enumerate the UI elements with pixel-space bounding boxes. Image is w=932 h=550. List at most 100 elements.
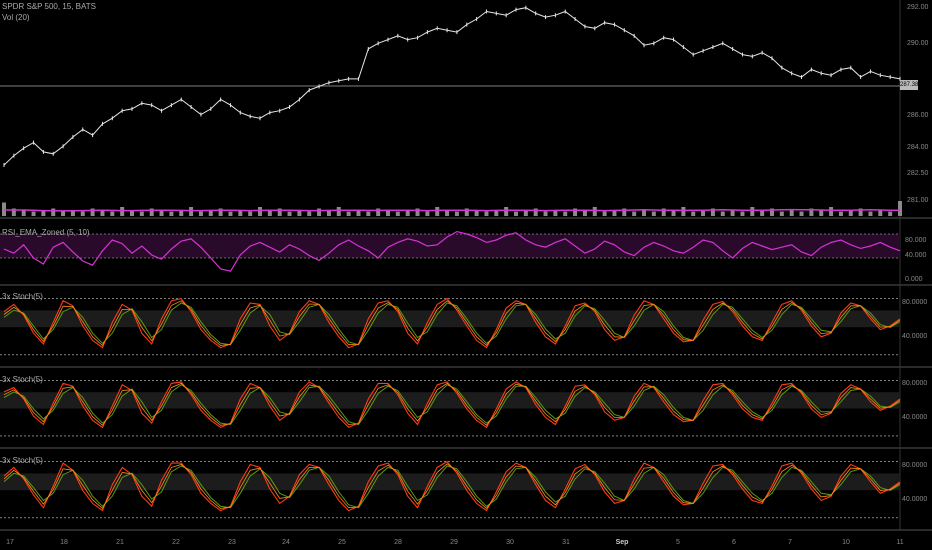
x-tick-label: 6 <box>732 539 736 546</box>
rsi-zone <box>0 234 900 258</box>
price-tick: 290.00 <box>907 40 929 47</box>
volume-ma-series <box>4 208 900 212</box>
price-tick: 284.00 <box>907 144 929 151</box>
price-tick: 281.00 <box>907 197 929 204</box>
volume-title: Vol (20) <box>2 13 30 22</box>
volume-bar <box>336 207 341 216</box>
price-tick: 292.00 <box>907 4 929 11</box>
volume-bar <box>169 211 174 216</box>
x-tick-label: 11 <box>896 539 904 546</box>
volume-bar <box>435 207 440 216</box>
volume-bar <box>346 211 351 216</box>
volume-bar <box>189 207 194 216</box>
x-tick-label: Sep <box>615 539 629 546</box>
volume-bar <box>592 207 597 216</box>
pane-separators <box>0 0 932 531</box>
volume-bar <box>829 207 834 216</box>
stoch2-tick: 80.0000 <box>902 380 928 387</box>
volume-bar <box>484 211 489 216</box>
volume-bar <box>376 208 381 216</box>
rsi-title: RSI_EMA_Zoned (5, 10) <box>2 228 90 237</box>
volume-bar <box>258 207 262 216</box>
rsi-tick: 40.000 <box>905 252 927 259</box>
volume-bar <box>287 211 292 216</box>
stoch3-tick: 80.0000 <box>902 462 928 469</box>
chart-canvas <box>0 0 932 531</box>
volume-bar <box>110 211 115 216</box>
volume-bar <box>366 211 371 216</box>
x-tick-label: 30 <box>506 539 514 546</box>
volume-bar <box>642 210 646 216</box>
volume-bar <box>317 208 322 216</box>
volume-ma-line <box>4 208 900 212</box>
price-tick: 282.50 <box>907 170 929 177</box>
x-tick-label: 10 <box>842 539 850 546</box>
volume-bar <box>514 211 518 216</box>
volume-series <box>2 201 902 216</box>
stoch3-series <box>0 460 901 519</box>
current-price-tag: 287.38 <box>900 80 919 90</box>
volume-bar <box>651 211 656 216</box>
stoch3-title: 3x Stoch(5) <box>2 456 43 465</box>
volume-bar <box>80 211 85 216</box>
x-tick-label: 22 <box>172 539 180 546</box>
volume-bar <box>248 211 253 216</box>
volume-bar <box>120 207 125 216</box>
volume-bar <box>779 211 784 216</box>
stoch2-title: 3x Stoch(5) <box>2 375 43 384</box>
volume-bar <box>395 211 400 216</box>
volume-bar <box>602 211 607 216</box>
volume-bar <box>543 211 548 216</box>
volume-bar <box>750 207 755 216</box>
stoch2-tick: 40.0000 <box>902 414 928 421</box>
x-tick-label: 31 <box>562 539 570 546</box>
volume-bar <box>533 208 538 216</box>
volume-bar <box>563 211 568 216</box>
x-tick-label: 24 <box>282 539 290 546</box>
volume-bar <box>415 208 420 216</box>
volume-bar <box>799 211 804 216</box>
volume-bar <box>730 210 735 216</box>
volume-bar <box>720 211 725 216</box>
volume-bar <box>888 211 893 216</box>
volume-bar <box>51 208 56 216</box>
stoch1-series <box>0 297 901 356</box>
x-tick-label: 21 <box>116 539 124 546</box>
x-tick-label: 17 <box>6 539 14 546</box>
volume-bar <box>504 207 509 216</box>
x-tick-label: 5 <box>676 539 680 546</box>
price-tick: 286.00 <box>907 112 929 119</box>
symbol-title: SPDR S&P 500, 15, BATS <box>2 2 96 11</box>
volume-bar <box>691 211 696 216</box>
volume-bar <box>789 210 794 216</box>
volume-bar <box>740 211 745 216</box>
volume-bar <box>139 211 144 216</box>
x-tick-label: 23 <box>228 539 236 546</box>
volume-bar <box>90 208 95 216</box>
volume-bar <box>838 211 843 216</box>
rsi-tick: 0.000 <box>905 276 923 283</box>
volume-bar <box>681 207 686 216</box>
stoch1-tick: 40.0000 <box>902 333 928 340</box>
volume-bar <box>425 211 430 216</box>
stoch3-tick: 40.0000 <box>902 496 928 503</box>
volume-bar <box>198 211 203 216</box>
stoch2-series <box>0 380 901 437</box>
x-tick-label: 28 <box>394 539 402 546</box>
volume-bar <box>868 211 873 216</box>
stoch1-tick: 80.0000 <box>902 299 928 306</box>
volume-bar <box>21 210 26 216</box>
rsi-series <box>0 230 901 272</box>
stoch1-title: 3x Stoch(5) <box>2 292 43 301</box>
volume-bar <box>898 201 902 216</box>
volume-bar <box>307 211 312 216</box>
volume-bar <box>61 211 66 216</box>
volume-bar <box>632 211 637 216</box>
x-tick-label: 25 <box>338 539 346 546</box>
x-tick-label: 7 <box>788 539 792 546</box>
x-tick-label: 29 <box>450 539 458 546</box>
volume-bar <box>819 210 824 216</box>
volume-bar <box>31 211 36 216</box>
x-tick-label: 18 <box>60 539 68 546</box>
rsi-tick: 80.000 <box>905 237 927 244</box>
